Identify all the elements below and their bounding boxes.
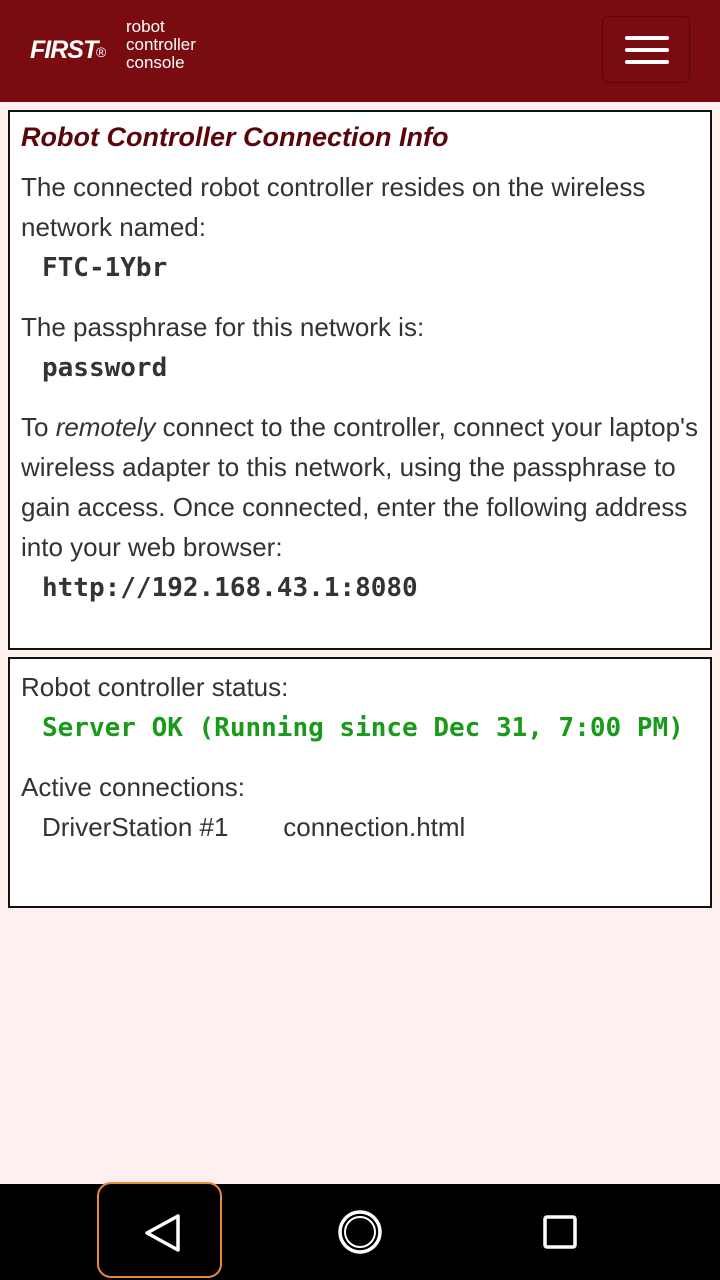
menu-button[interactable] <box>602 16 690 83</box>
back-triangle-icon <box>145 1214 180 1252</box>
controller-address: http://192.168.43.1:8080 <box>42 573 418 603</box>
back-button[interactable] <box>97 1182 222 1278</box>
controller-status-card: Robot controller status: Server OK (Runn… <box>8 657 712 908</box>
home-circle-icon <box>338 1210 382 1254</box>
network-name: FTC-1Ybr <box>42 253 168 283</box>
recent-apps-button[interactable] <box>520 1184 600 1280</box>
connection-page: connection.html <box>283 812 466 842</box>
active-connections-label: Active connections: <box>21 772 246 802</box>
tagline-line-3: console <box>126 53 185 72</box>
connection-client-name: DriverStation #1 <box>42 812 229 842</box>
passphrase-value: password <box>42 353 168 383</box>
passphrase-intro-text: The passphrase for this network is: <box>21 312 425 342</box>
recent-apps-square-icon <box>543 1215 577 1249</box>
home-button[interactable] <box>320 1184 400 1280</box>
logo-word: FIRST <box>30 36 98 64</box>
app-header: FIRST ® robot controller console <box>0 0 720 102</box>
logo-tagline: robot controller console <box>126 18 246 72</box>
network-intro-text: The connected robot controller resides o… <box>21 172 646 242</box>
connection-info-title: Robot Controller Connection Info <box>21 122 449 152</box>
status-value: Server OK (Running since Dec 31, 7:00 PM… <box>42 713 684 743</box>
tagline-line-1: robot <box>126 17 165 36</box>
connection-info-card: Robot Controller Connection Info The con… <box>8 110 712 650</box>
remote-prefix: To <box>21 412 56 442</box>
connection-row: DriverStation #1 connection.html <box>21 807 700 847</box>
status-label: Robot controller status: <box>21 672 289 702</box>
remote-instructions-text: To remotely connect to the controller, c… <box>21 407 700 567</box>
remote-emphasis: remotely <box>55 412 156 442</box>
logo-registered-mark: ® <box>96 44 107 60</box>
android-nav-bar <box>0 1182 720 1280</box>
tagline-line-2: controller <box>126 35 196 54</box>
